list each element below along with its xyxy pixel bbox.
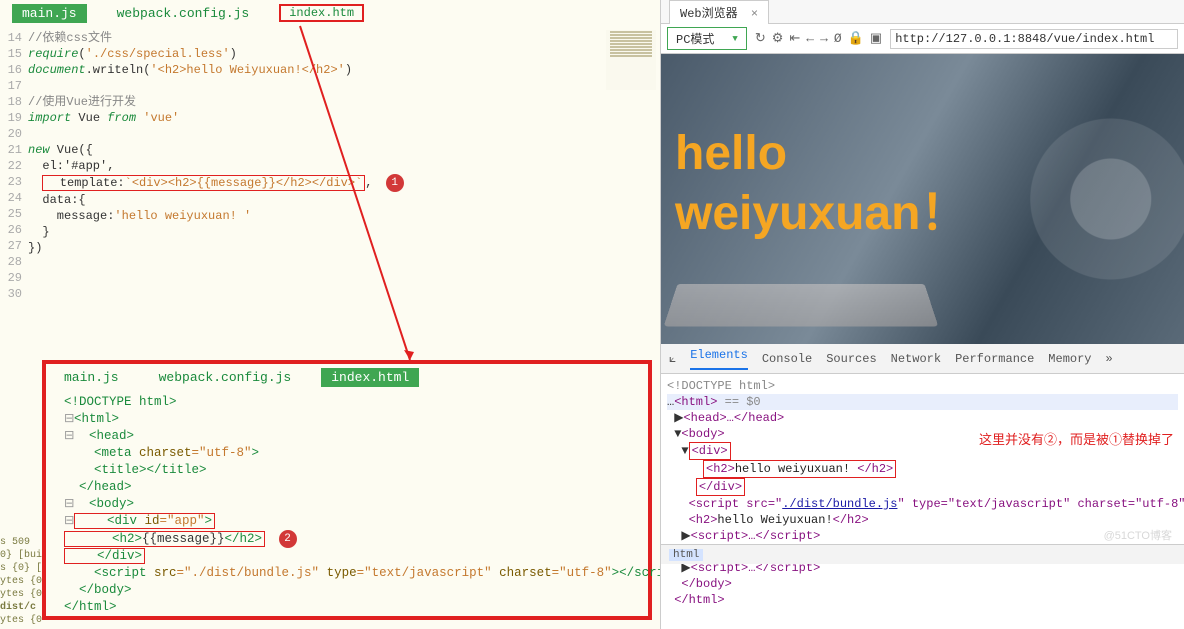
watermark: @51CTO博客 — [1104, 528, 1172, 544]
inset-tab-index[interactable]: index.html — [321, 368, 419, 387]
refresh-icon[interactable]: ↻ — [755, 31, 766, 46]
page-preview: hello weiyuxuan！ — [661, 54, 1184, 344]
address-bar[interactable]: http://127.0.0.1:8848/vue/index.html — [890, 29, 1178, 49]
stop-icon[interactable]: Ø — [834, 31, 842, 46]
mode-select[interactable]: PC模式▼ — [667, 27, 747, 50]
minimap[interactable] — [606, 30, 656, 90]
dt-tab-elements[interactable]: Elements — [690, 348, 748, 370]
inset-code[interactable]: <!DOCTYPE html> ⊟<html> ⊟ <head> <meta c… — [46, 390, 648, 620]
tab-webpack[interactable]: webpack.config.js — [107, 4, 260, 23]
close-icon[interactable]: × — [751, 7, 758, 21]
export-icon[interactable]: ⇤ — [789, 31, 800, 46]
dt-tab-console[interactable]: Console — [762, 352, 812, 366]
inset-tab-webpack[interactable]: webpack.config.js — [149, 368, 302, 387]
dt-tab-network[interactable]: Network — [891, 352, 941, 366]
inset-editor: main.js webpack.config.js index.html <!D… — [42, 360, 652, 620]
editor-tabs-outer: main.js webpack.config.js index.htm — [0, 0, 660, 26]
line-gutter: 14151617 18192021 22232425 2627282930 — [0, 30, 28, 302]
dt-more-icon[interactable]: » — [1106, 352, 1113, 366]
devtools-tabs: ⟀ Elements Console Sources Network Perfo… — [661, 344, 1184, 374]
dt-tab-performance[interactable]: Performance — [955, 352, 1034, 366]
browser-tabs: Web浏览器 × — [661, 0, 1184, 24]
badge-1: 1 — [386, 174, 404, 192]
back-icon[interactable]: ← — [806, 31, 814, 46]
annotation-note: 这里并没有②，而是被①替换掉了 — [979, 432, 1174, 448]
build-output-peek: s 5090} [buis {0} [ ytes {0ytes {0dist/c… — [0, 536, 42, 627]
forward-icon[interactable]: → — [820, 31, 828, 46]
tab-index-htm[interactable]: index.htm — [279, 4, 364, 22]
inspect-icon[interactable]: ⟀ — [669, 352, 676, 366]
inset-tab-main[interactable]: main.js — [54, 368, 129, 387]
devtools-elements[interactable]: <!DOCTYPE html> …<html> == $0 ▶<head>…</… — [661, 374, 1184, 564]
browser-toolbar: PC模式▼ ↻ ⚙ ⇤ ← → Ø 🔒 ▣ http://127.0.0.1:8… — [661, 24, 1184, 54]
badge-2: 2 — [279, 530, 297, 548]
code-content: //依赖css文件 require('./css/special.less') … — [28, 30, 660, 302]
chevron-down-icon: ▼ — [732, 34, 737, 44]
code-editor[interactable]: 14151617 18192021 22232425 2627282930 //… — [0, 26, 660, 302]
devtools-breadcrumb[interactable]: html — [661, 544, 1184, 564]
lock-icon[interactable]: 🔒 — [848, 31, 864, 46]
dt-tab-memory[interactable]: Memory — [1048, 352, 1091, 366]
gear-icon[interactable]: ⚙ — [772, 31, 784, 46]
box-icon[interactable]: ▣ — [870, 31, 882, 46]
preview-heading: hello weiyuxuan！ — [675, 124, 968, 244]
browser-tab[interactable]: Web浏览器 × — [669, 0, 769, 24]
dt-tab-sources[interactable]: Sources — [826, 352, 876, 366]
tab-main-js[interactable]: main.js — [12, 4, 87, 23]
